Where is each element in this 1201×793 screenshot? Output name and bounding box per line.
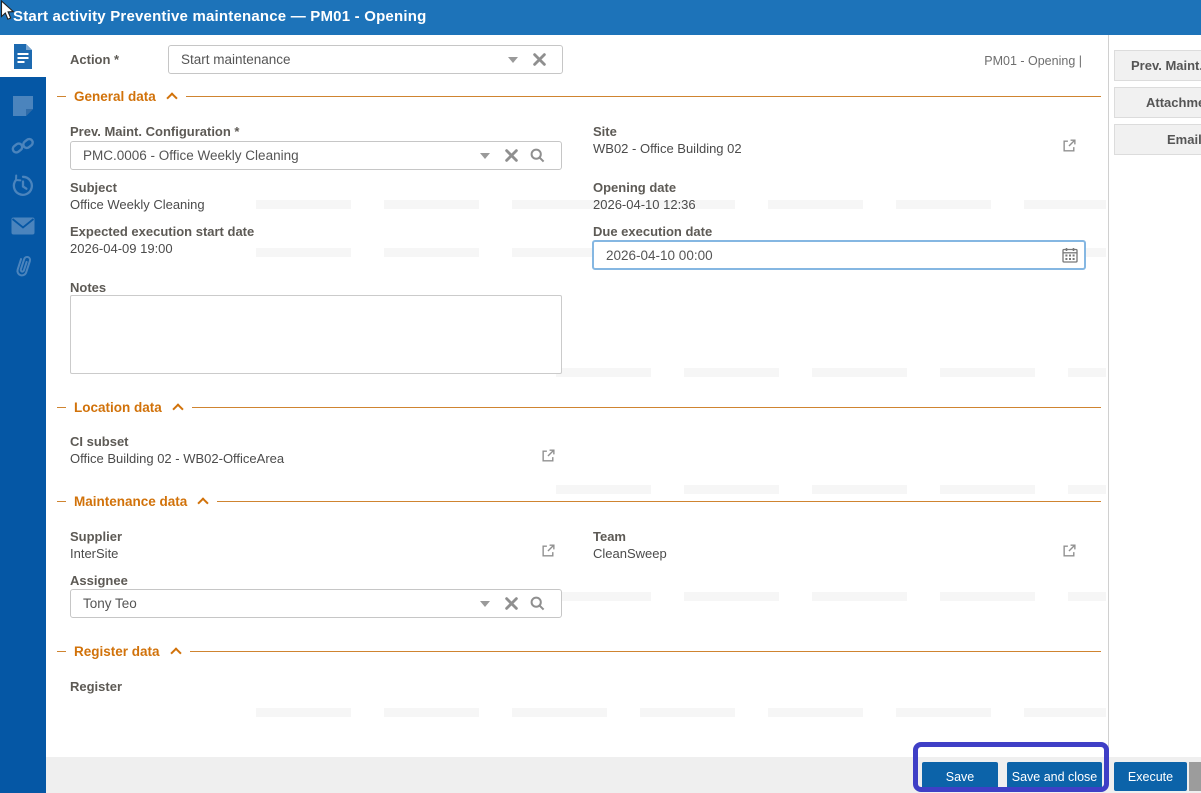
subject-label: Subject — [70, 180, 117, 195]
section-dash — [57, 500, 66, 502]
sidebar-tab-history[interactable] — [0, 165, 46, 207]
sidebar — [0, 35, 46, 793]
chevron-down-icon[interactable] — [480, 152, 490, 159]
pmc-value: PMC.0006 - Office Weekly Cleaning — [83, 148, 299, 163]
register-label: Register — [70, 679, 123, 694]
section-maintenance-data: Maintenance data — [57, 493, 1101, 509]
ci-subset-value: Office Building 02 - WB02-OfficeArea — [70, 451, 285, 466]
watermark-row — [556, 368, 1106, 377]
watermark-row — [556, 592, 1106, 601]
search-icon[interactable] — [530, 148, 545, 163]
save-and-close-button[interactable]: Save and close — [1007, 762, 1102, 791]
document-icon — [14, 43, 32, 69]
sidebar-tab-details[interactable] — [0, 35, 46, 77]
section-line — [185, 95, 1101, 97]
site-label: Site — [593, 124, 617, 139]
site-value: WB02 - Office Building 02 — [593, 141, 742, 156]
dialog-titlebar: Start activity Preventive maintenance — … — [0, 0, 1201, 35]
section-register-data: Register data — [57, 643, 1101, 659]
envelope-icon — [11, 217, 35, 235]
external-link-icon[interactable] — [1062, 543, 1077, 563]
form-area: Action * Start maintenance PM01 - Openin… — [46, 35, 1108, 757]
collapse-icon[interactable] — [169, 646, 182, 659]
sidebar-tab-notes[interactable] — [0, 85, 46, 127]
section-line — [191, 406, 1101, 408]
execute-button[interactable]: Execute — [1114, 762, 1187, 791]
section-line — [217, 500, 1101, 502]
section-title: Register data — [74, 643, 160, 659]
notes-label: Notes — [70, 280, 107, 295]
expected-start-label: Expected execution start date — [70, 224, 255, 239]
external-link-icon[interactable] — [541, 543, 556, 563]
supplier-value: InterSite — [70, 546, 119, 561]
subject-value: Office Weekly Cleaning — [70, 197, 205, 212]
opening-date-value: 2026-04-10 12:36 — [593, 197, 696, 212]
opening-date-label: Opening date — [593, 180, 677, 195]
collapse-icon[interactable] — [197, 496, 209, 509]
section-line — [189, 650, 1101, 652]
note-icon — [13, 96, 33, 116]
section-general-data: General data — [57, 88, 1101, 104]
search-icon[interactable] — [530, 596, 545, 611]
assignee-select[interactable]: Tony Teo — [70, 589, 562, 618]
chevron-down-icon[interactable] — [508, 56, 518, 63]
clear-icon[interactable] — [505, 149, 518, 162]
due-date-input[interactable] — [592, 240, 1086, 270]
sidebar-tab-links[interactable] — [0, 125, 46, 167]
section-dash — [57, 95, 66, 97]
section-title: Location data — [74, 399, 162, 415]
action-value: Start maintenance — [181, 52, 291, 67]
notes-textarea[interactable] — [70, 295, 562, 374]
paperclip-icon — [16, 255, 32, 277]
sidebar-tab-email[interactable] — [0, 205, 46, 247]
clear-icon[interactable] — [533, 53, 546, 66]
save-button[interactable]: Save — [922, 762, 998, 791]
section-dash — [57, 650, 66, 652]
collapse-icon[interactable] — [172, 402, 184, 415]
external-link-icon[interactable] — [1062, 138, 1077, 158]
app-window: Start activity Preventive maintenance — … — [0, 0, 1201, 793]
partial-button[interactable] — [1189, 762, 1201, 791]
section-location-data: Location data — [57, 399, 1101, 415]
attachments-button[interactable]: Attachme — [1114, 87, 1201, 118]
assignee-label: Assignee — [70, 573, 128, 588]
calendar-icon[interactable] — [1062, 247, 1078, 268]
pmc-label: Prev. Maint. Configuration * — [70, 124, 240, 139]
team-label: Team — [593, 529, 626, 544]
section-dash — [57, 406, 66, 408]
record-reference: PM01 - Opening | — [984, 54, 1082, 68]
external-link-icon[interactable] — [541, 448, 556, 468]
pmc-select[interactable]: PMC.0006 - Office Weekly Cleaning — [70, 141, 562, 170]
panel-divider — [1108, 35, 1109, 757]
prev-maint-config-button[interactable]: Prev. Maint. C — [1114, 50, 1201, 81]
mouse-cursor-icon — [0, 0, 15, 20]
dialog-title: Start activity Preventive maintenance — … — [13, 8, 427, 25]
history-icon — [12, 174, 34, 196]
section-title: General data — [74, 88, 156, 104]
watermark-row — [256, 708, 1106, 717]
email-button[interactable]: Email — [1114, 124, 1201, 155]
assignee-value: Tony Teo — [83, 596, 137, 611]
clear-icon[interactable] — [505, 597, 518, 610]
team-value: CleanSweep — [593, 546, 667, 561]
action-label: Action * — [70, 52, 120, 67]
section-title: Maintenance data — [74, 493, 188, 509]
chevron-down-icon[interactable] — [480, 600, 490, 607]
collapse-icon[interactable] — [166, 91, 178, 104]
due-date-label: Due execution date — [593, 224, 713, 239]
ci-subset-label: CI subset — [70, 434, 129, 449]
link-icon — [11, 137, 34, 154]
expected-start-value: 2026-04-09 19:00 — [70, 241, 173, 256]
action-select[interactable]: Start maintenance — [168, 45, 563, 74]
supplier-label: Supplier — [70, 529, 123, 544]
sidebar-tab-attachments[interactable] — [0, 245, 46, 287]
